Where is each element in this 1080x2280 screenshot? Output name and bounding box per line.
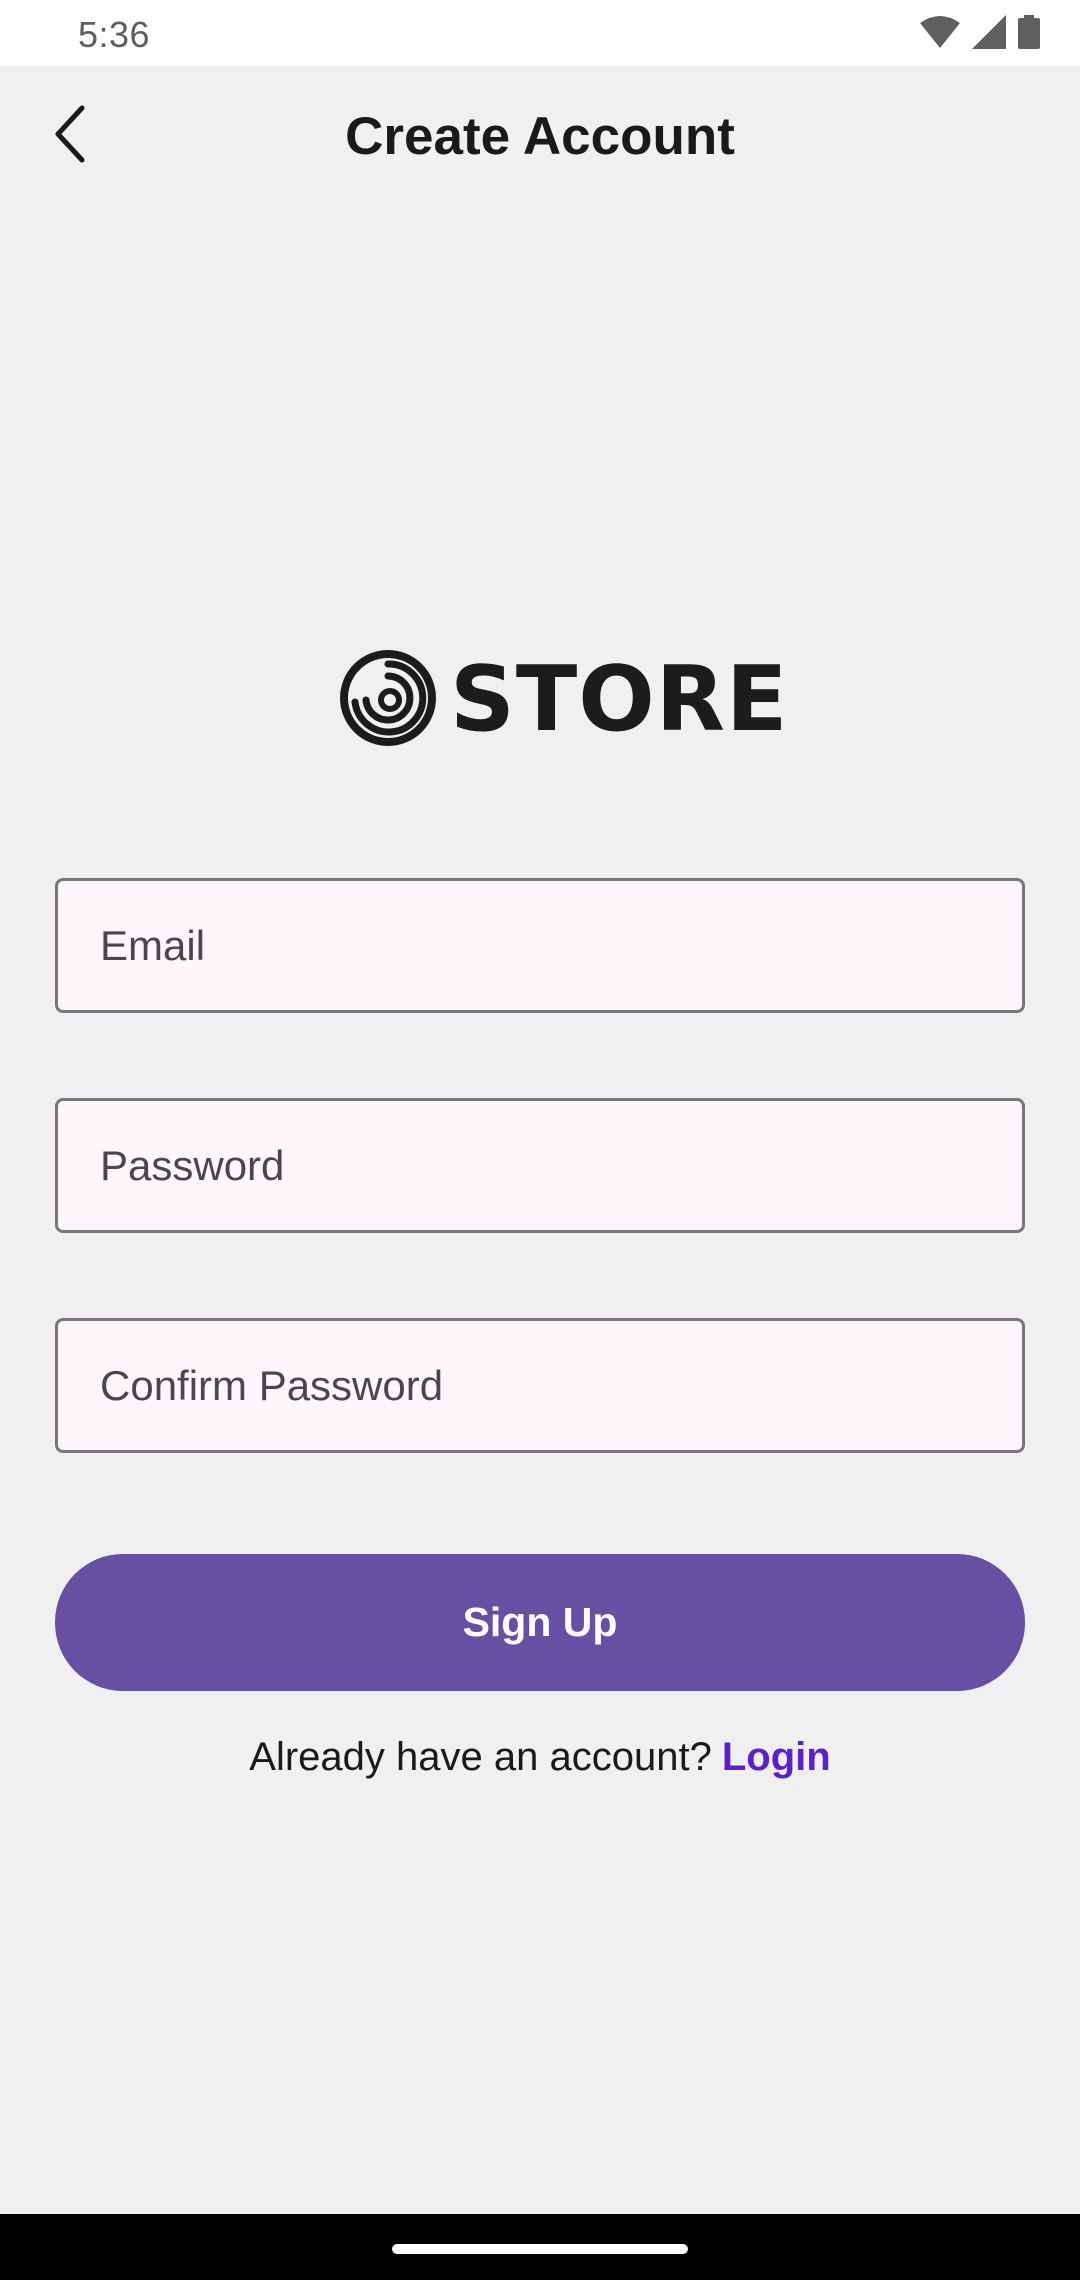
swirl-logo-icon — [340, 649, 436, 751]
email-field[interactable] — [58, 881, 1022, 1010]
page-title: Create Account — [345, 107, 735, 166]
login-prompt-text: Already have an account? — [249, 1735, 712, 1779]
battery-icon — [1018, 14, 1040, 54]
password-field[interactable] — [58, 1101, 1022, 1230]
store-logo: STORE — [340, 647, 789, 752]
logo-wordmark: STORE — [450, 647, 789, 752]
email-field-container — [55, 878, 1025, 1013]
confirm-password-field[interactable] — [58, 1321, 1022, 1450]
confirm-password-field-container — [55, 1318, 1025, 1453]
password-field-container — [55, 1098, 1025, 1233]
status-time: 5:36 — [78, 14, 151, 55]
home-indicator[interactable] — [392, 2244, 688, 2254]
signal-icon — [972, 14, 1006, 54]
navigation-bar — [0, 2214, 1080, 2280]
login-prompt-row: Already have an account? Login — [0, 1730, 1080, 1784]
login-link[interactable]: Login — [722, 1735, 831, 1779]
wifi-icon — [920, 15, 960, 53]
status-bar: 5:36 — [0, 0, 1080, 66]
status-icons — [920, 14, 1040, 54]
sign-up-button[interactable]: Sign Up — [55, 1554, 1025, 1691]
